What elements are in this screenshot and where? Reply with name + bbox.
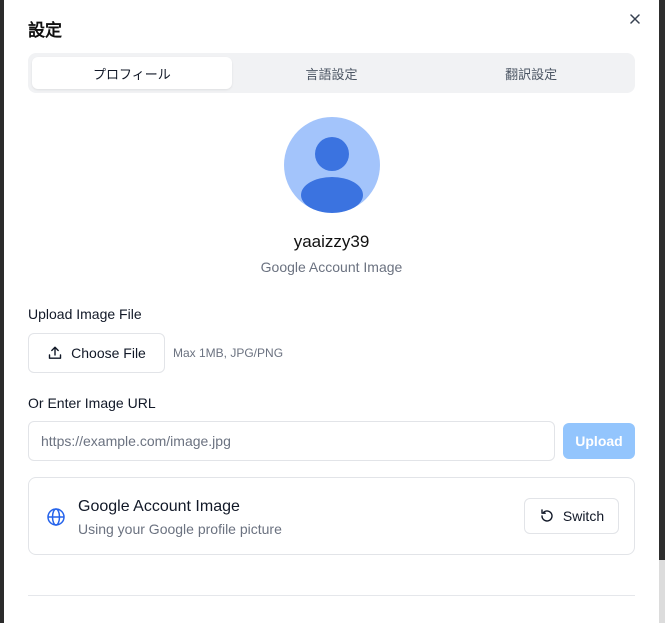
image-url-label: Or Enter Image URL: [28, 395, 156, 411]
switch-label: Switch: [562, 508, 605, 524]
upload-file-label: Upload Image File: [28, 306, 142, 322]
google-account-card: Google Account Image Using your Google p…: [28, 477, 635, 555]
upload-icon: [48, 346, 62, 359]
settings-dialog: 設定 プロフィール 言語設定 翻訳設定 yaaizzy39 Google Acc…: [4, 0, 659, 623]
dialog-title: 設定: [28, 21, 62, 41]
close-button[interactable]: [626, 10, 644, 28]
choose-file-label: Choose File: [71, 345, 146, 361]
user-avatar-icon: [301, 137, 363, 213]
username: yaaizzy39: [293, 232, 370, 251]
footer-divider: [28, 595, 635, 596]
backdrop-right-strip: [659, 560, 665, 623]
upload-button[interactable]: Upload: [563, 423, 635, 459]
close-icon: [630, 14, 640, 24]
tab-profile[interactable]: プロフィール: [32, 57, 232, 89]
backdrop-right: [659, 0, 665, 623]
avatar: [284, 117, 380, 213]
file-size-hint: Max 1MB, JPG/PNG: [173, 346, 284, 360]
tab-language[interactable]: 言語設定: [232, 57, 432, 89]
avatar-caption: Google Account Image: [260, 259, 403, 275]
tab-translation[interactable]: 翻訳設定: [431, 57, 631, 89]
google-card-subtitle: Using your Google profile picture: [78, 521, 282, 537]
settings-tabs: プロフィール 言語設定 翻訳設定: [28, 53, 635, 93]
switch-button[interactable]: Switch: [524, 498, 619, 534]
choose-file-button[interactable]: Choose File: [28, 333, 165, 373]
rotate-ccw-icon: [541, 509, 553, 522]
google-card-title: Google Account Image: [78, 498, 240, 515]
image-url-input[interactable]: [28, 421, 555, 461]
globe-icon: [47, 508, 65, 526]
